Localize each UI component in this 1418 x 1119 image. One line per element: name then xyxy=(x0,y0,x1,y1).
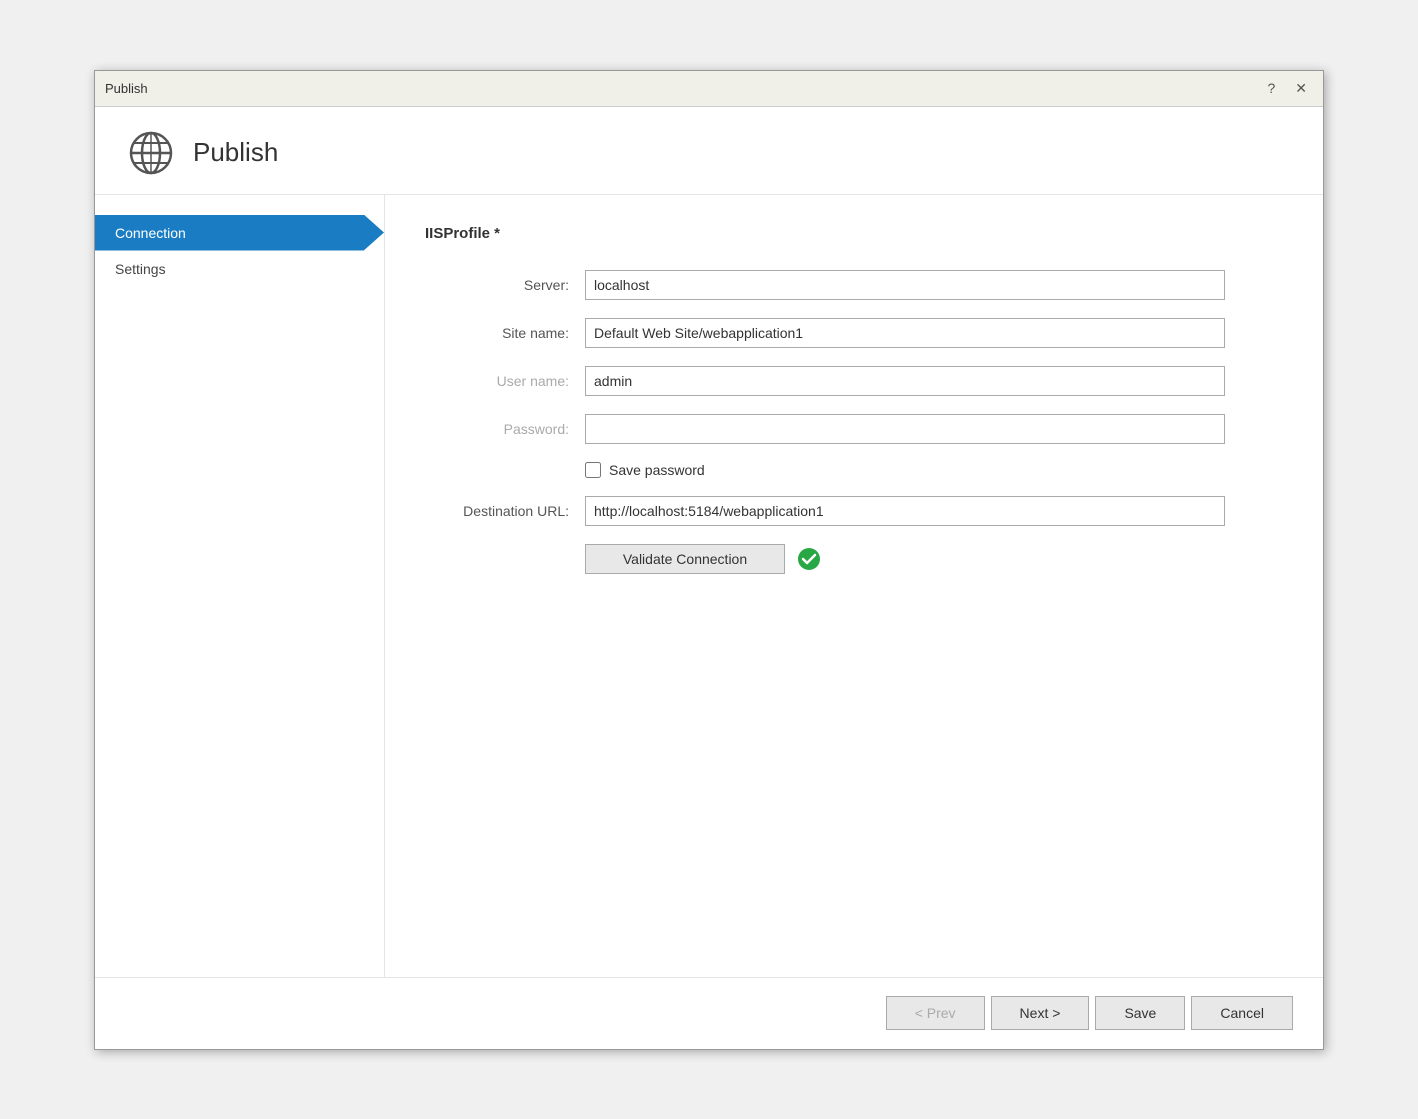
destination-url-row: Destination URL: xyxy=(425,496,1283,526)
title-bar: Publish ? ✕ xyxy=(95,71,1323,107)
sidebar-item-connection[interactable]: Connection xyxy=(95,215,384,251)
sidebar: Connection Settings xyxy=(95,195,385,977)
password-input[interactable] xyxy=(585,414,1225,444)
password-row: Password: xyxy=(425,414,1283,444)
save-password-row: Save password xyxy=(425,462,1283,478)
title-bar-controls: ? ✕ xyxy=(1261,79,1313,97)
publish-window: Publish ? ✕ Publish xyxy=(94,70,1324,1050)
main-area: Connection Settings IISProfile * Server:… xyxy=(95,195,1323,977)
prev-button[interactable]: < Prev xyxy=(886,996,985,1030)
window-content: Publish Connection Settings IISProfile *… xyxy=(95,107,1323,1049)
next-button[interactable]: Next > xyxy=(991,996,1090,1030)
server-input[interactable] xyxy=(585,270,1225,300)
sidebar-item-connection-label: Connection xyxy=(115,225,186,241)
window-title: Publish xyxy=(105,81,148,96)
close-button[interactable]: ✕ xyxy=(1289,79,1313,97)
validate-row: Validate Connection xyxy=(425,544,1283,574)
user-name-label: User name: xyxy=(425,373,585,389)
sidebar-item-settings-label: Settings xyxy=(115,261,166,277)
section-title: IISProfile * xyxy=(425,225,1283,242)
server-row: Server: xyxy=(425,270,1283,300)
help-button[interactable]: ? xyxy=(1261,79,1281,97)
header-area: Publish xyxy=(95,107,1323,195)
site-name-row: Site name: xyxy=(425,318,1283,348)
site-name-input[interactable] xyxy=(585,318,1225,348)
user-name-input[interactable] xyxy=(585,366,1225,396)
save-button[interactable]: Save xyxy=(1095,996,1185,1030)
form-area: IISProfile * Server: Site name: User nam… xyxy=(385,195,1323,977)
save-password-checkbox[interactable] xyxy=(585,462,601,478)
site-name-label: Site name: xyxy=(425,325,585,341)
title-bar-left: Publish xyxy=(105,81,148,96)
password-label: Password: xyxy=(425,421,585,437)
server-label: Server: xyxy=(425,277,585,293)
user-name-row: User name: xyxy=(425,366,1283,396)
page-title: Publish xyxy=(193,137,278,168)
sidebar-item-settings[interactable]: Settings xyxy=(95,251,384,287)
validation-success-icon xyxy=(797,547,821,571)
cancel-button[interactable]: Cancel xyxy=(1191,996,1293,1030)
destination-url-input[interactable] xyxy=(585,496,1225,526)
validate-connection-button[interactable]: Validate Connection xyxy=(585,544,785,574)
footer-area: < Prev Next > Save Cancel xyxy=(95,977,1323,1049)
save-password-label[interactable]: Save password xyxy=(609,462,705,478)
globe-icon xyxy=(125,127,177,179)
destination-url-label: Destination URL: xyxy=(425,503,585,519)
